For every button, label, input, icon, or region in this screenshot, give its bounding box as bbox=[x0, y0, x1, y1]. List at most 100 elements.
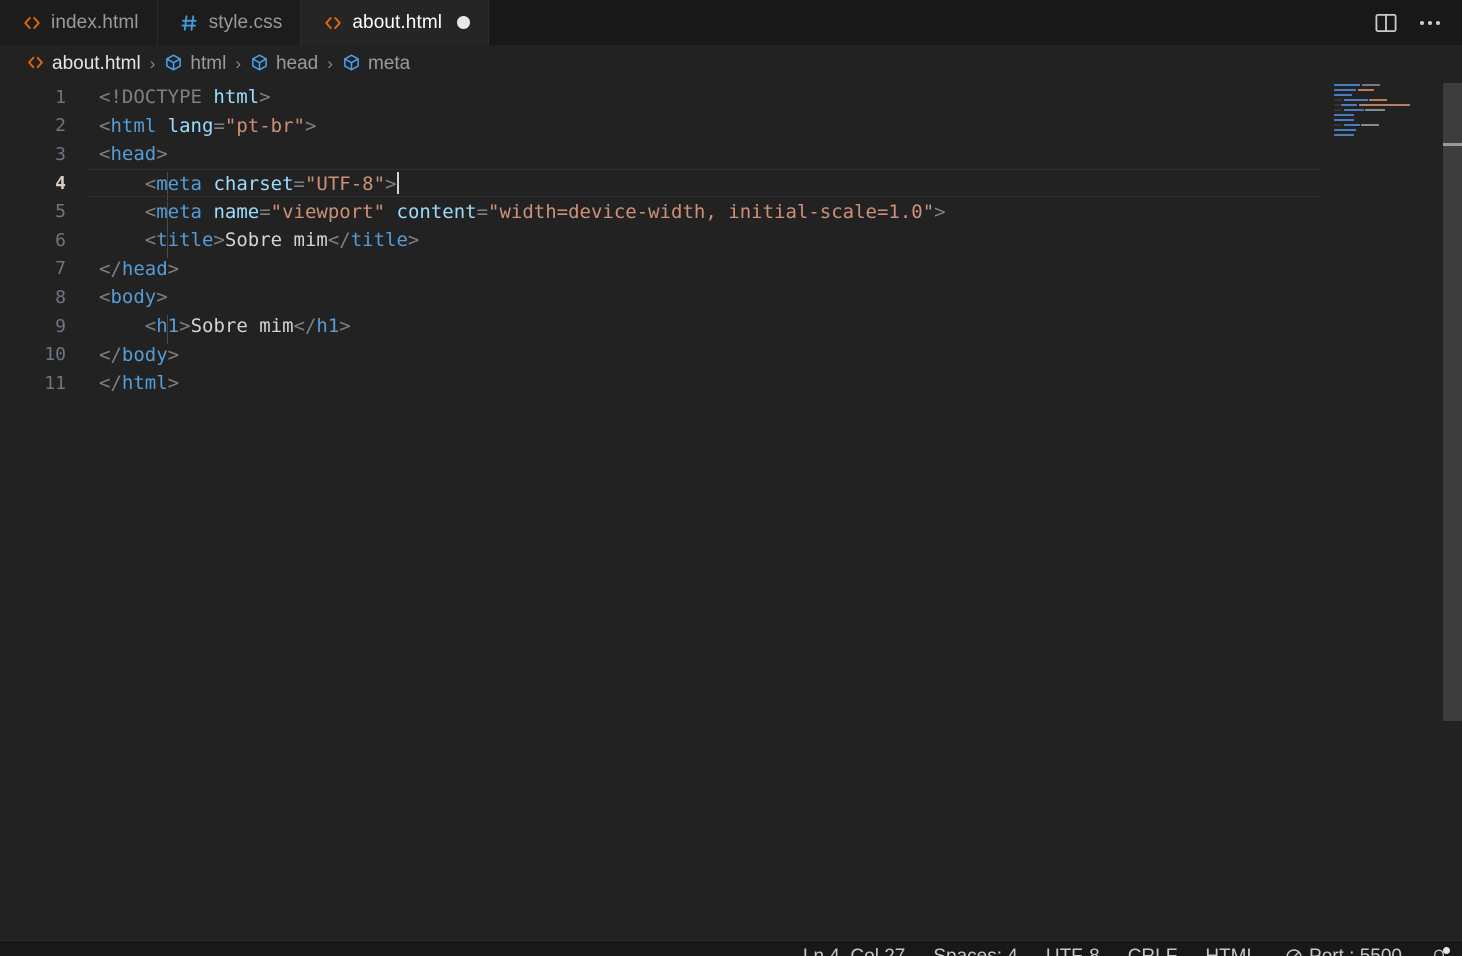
status-label: Spaces: 4 bbox=[933, 947, 1018, 956]
code-token: <!DOCTYPE bbox=[99, 86, 202, 109]
notifications-bell-icon bbox=[1430, 946, 1450, 956]
line-content: <title>Sobre mim</title> bbox=[66, 229, 1330, 258]
code-line[interactable]: 7 </head> bbox=[0, 255, 1330, 284]
line-content: <h1>Sobre mim</h1> bbox=[66, 315, 1330, 344]
breadcrumb-label: meta bbox=[367, 53, 411, 74]
code-token: < bbox=[144, 229, 157, 252]
tab-index-html[interactable]: index.html bbox=[0, 0, 158, 45]
breadcrumb-item-meta[interactable]: meta bbox=[342, 53, 410, 75]
code-token: </ bbox=[99, 343, 122, 366]
minimap-segment bbox=[1369, 98, 1387, 102]
minimap-segment bbox=[1343, 108, 1364, 112]
status-editor-encoding[interactable]: UTF-8 bbox=[1046, 947, 1100, 956]
code-token: = bbox=[259, 200, 271, 223]
code-token: = bbox=[476, 200, 489, 223]
text-cursor bbox=[396, 171, 399, 194]
minimap[interactable] bbox=[1332, 83, 1410, 940]
minimap-segment bbox=[1341, 103, 1358, 107]
breadcrumb-separator: › bbox=[327, 54, 333, 73]
tab-label: about.html bbox=[352, 11, 443, 33]
code-token: h1 bbox=[156, 315, 180, 338]
minimap-line bbox=[1332, 118, 1410, 122]
minimap-segment bbox=[1334, 128, 1356, 132]
code-token: "UTF-8" bbox=[304, 172, 386, 195]
minimap-line bbox=[1332, 133, 1410, 137]
code-token: < bbox=[99, 143, 111, 166]
minimap-segment bbox=[1334, 113, 1354, 117]
status-label: HTML bbox=[1205, 947, 1257, 956]
line-number: 10 bbox=[44, 344, 66, 366]
code-token: < bbox=[144, 172, 157, 195]
code-editor[interactable]: 1 <!DOCTYPE html> 2 <html lang="pt-br"> 3 <he… bbox=[0, 83, 1462, 940]
minimap-line bbox=[1332, 103, 1410, 107]
editor-vertical-scrollbar[interactable] bbox=[1443, 83, 1462, 940]
status-editor-position[interactable]: Ln 4, Col 27 bbox=[803, 947, 905, 956]
line-number: 8 bbox=[55, 286, 66, 308]
minimap-segment bbox=[1343, 123, 1360, 127]
minimap-segment bbox=[1357, 88, 1374, 92]
code-token: head bbox=[121, 257, 168, 280]
scrollbar-thumb[interactable] bbox=[1443, 83, 1462, 721]
code-token: h1 bbox=[316, 315, 340, 338]
breadcrumb-item-html[interactable]: html bbox=[164, 53, 226, 75]
code-token: > bbox=[407, 229, 420, 252]
tab-label: style.css bbox=[208, 11, 283, 33]
css-file-icon bbox=[180, 13, 200, 33]
code-token: > bbox=[156, 286, 168, 309]
minimap-line bbox=[1332, 93, 1410, 97]
html-file-icon bbox=[26, 53, 45, 75]
line-content: <html lang="pt-br"> bbox=[66, 115, 1330, 137]
notification-dot-icon bbox=[1443, 946, 1450, 954]
code-line[interactable]: 8 <body> bbox=[0, 283, 1330, 312]
code-token: > bbox=[167, 372, 180, 395]
code-token: > bbox=[167, 343, 180, 366]
code-token: html bbox=[213, 86, 260, 109]
code-token: > bbox=[259, 86, 271, 109]
code-line[interactable]: 3 <head> bbox=[0, 140, 1330, 169]
line-number: 11 bbox=[44, 372, 66, 394]
code-line[interactable]: 9 <h1>Sobre mim</h1> bbox=[0, 312, 1330, 344]
minimap-line bbox=[1332, 98, 1410, 102]
code-line[interactable]: 4 <meta charset="UTF-8"> bbox=[0, 168, 1330, 201]
tab-label: index.html bbox=[51, 11, 139, 33]
symbol-cube-icon bbox=[250, 53, 269, 75]
minimap-line bbox=[1332, 128, 1410, 132]
breadcrumb-item-head[interactable]: head bbox=[250, 53, 318, 75]
minimap-segment bbox=[1334, 88, 1356, 92]
code-line[interactable]: 1 <!DOCTYPE html> bbox=[0, 83, 1330, 112]
code-line[interactable]: 2 <html lang="pt-br"> bbox=[0, 112, 1330, 141]
status-editor-eol[interactable]: CRLF bbox=[1128, 947, 1178, 956]
unsaved-indicator-icon[interactable] bbox=[457, 16, 471, 29]
breadcrumb: about.html › html › head › meta bbox=[0, 45, 1462, 83]
code-token: > bbox=[304, 114, 317, 137]
code-lines[interactable]: 1 <!DOCTYPE html> 2 <html lang="pt-br"> 3 <he… bbox=[0, 83, 1330, 940]
code-line[interactable]: 6 <title>Sobre mim</title> bbox=[0, 226, 1330, 258]
more-actions-icon[interactable] bbox=[1416, 9, 1444, 37]
split-editor-icon[interactable] bbox=[1372, 9, 1400, 37]
code-line[interactable]: 10 </body> bbox=[0, 340, 1330, 369]
minimap-segment bbox=[1361, 123, 1379, 127]
code-line[interactable]: 5 <meta name="viewport" content="width=d… bbox=[0, 197, 1330, 230]
code-line[interactable]: 11 </html> bbox=[0, 369, 1330, 398]
code-token: meta bbox=[156, 200, 202, 223]
status-notifications[interactable] bbox=[1430, 946, 1450, 956]
code-token: head bbox=[110, 143, 157, 166]
code-token: </ bbox=[99, 372, 122, 395]
code-token: > bbox=[339, 315, 351, 338]
breadcrumb-item-file[interactable]: about.html bbox=[26, 53, 141, 75]
status-live-server-port[interactable]: Port : 5500 bbox=[1285, 947, 1402, 956]
code-token: > bbox=[179, 315, 191, 338]
status-editor-indentation[interactable]: Spaces: 4 bbox=[933, 947, 1018, 956]
symbol-cube-icon bbox=[164, 53, 183, 75]
line-content: <!DOCTYPE html> bbox=[66, 86, 1330, 108]
tab-style-css[interactable]: style.css bbox=[157, 0, 302, 45]
breadcrumb-separator: › bbox=[235, 54, 241, 73]
minimap-line bbox=[1332, 108, 1410, 112]
status-editor-language[interactable]: HTML bbox=[1205, 947, 1257, 956]
code-token: > bbox=[156, 143, 168, 166]
line-number: 3 bbox=[55, 143, 66, 165]
tab-about-html[interactable]: about.html bbox=[301, 0, 490, 45]
line-number: 7 bbox=[55, 258, 66, 280]
